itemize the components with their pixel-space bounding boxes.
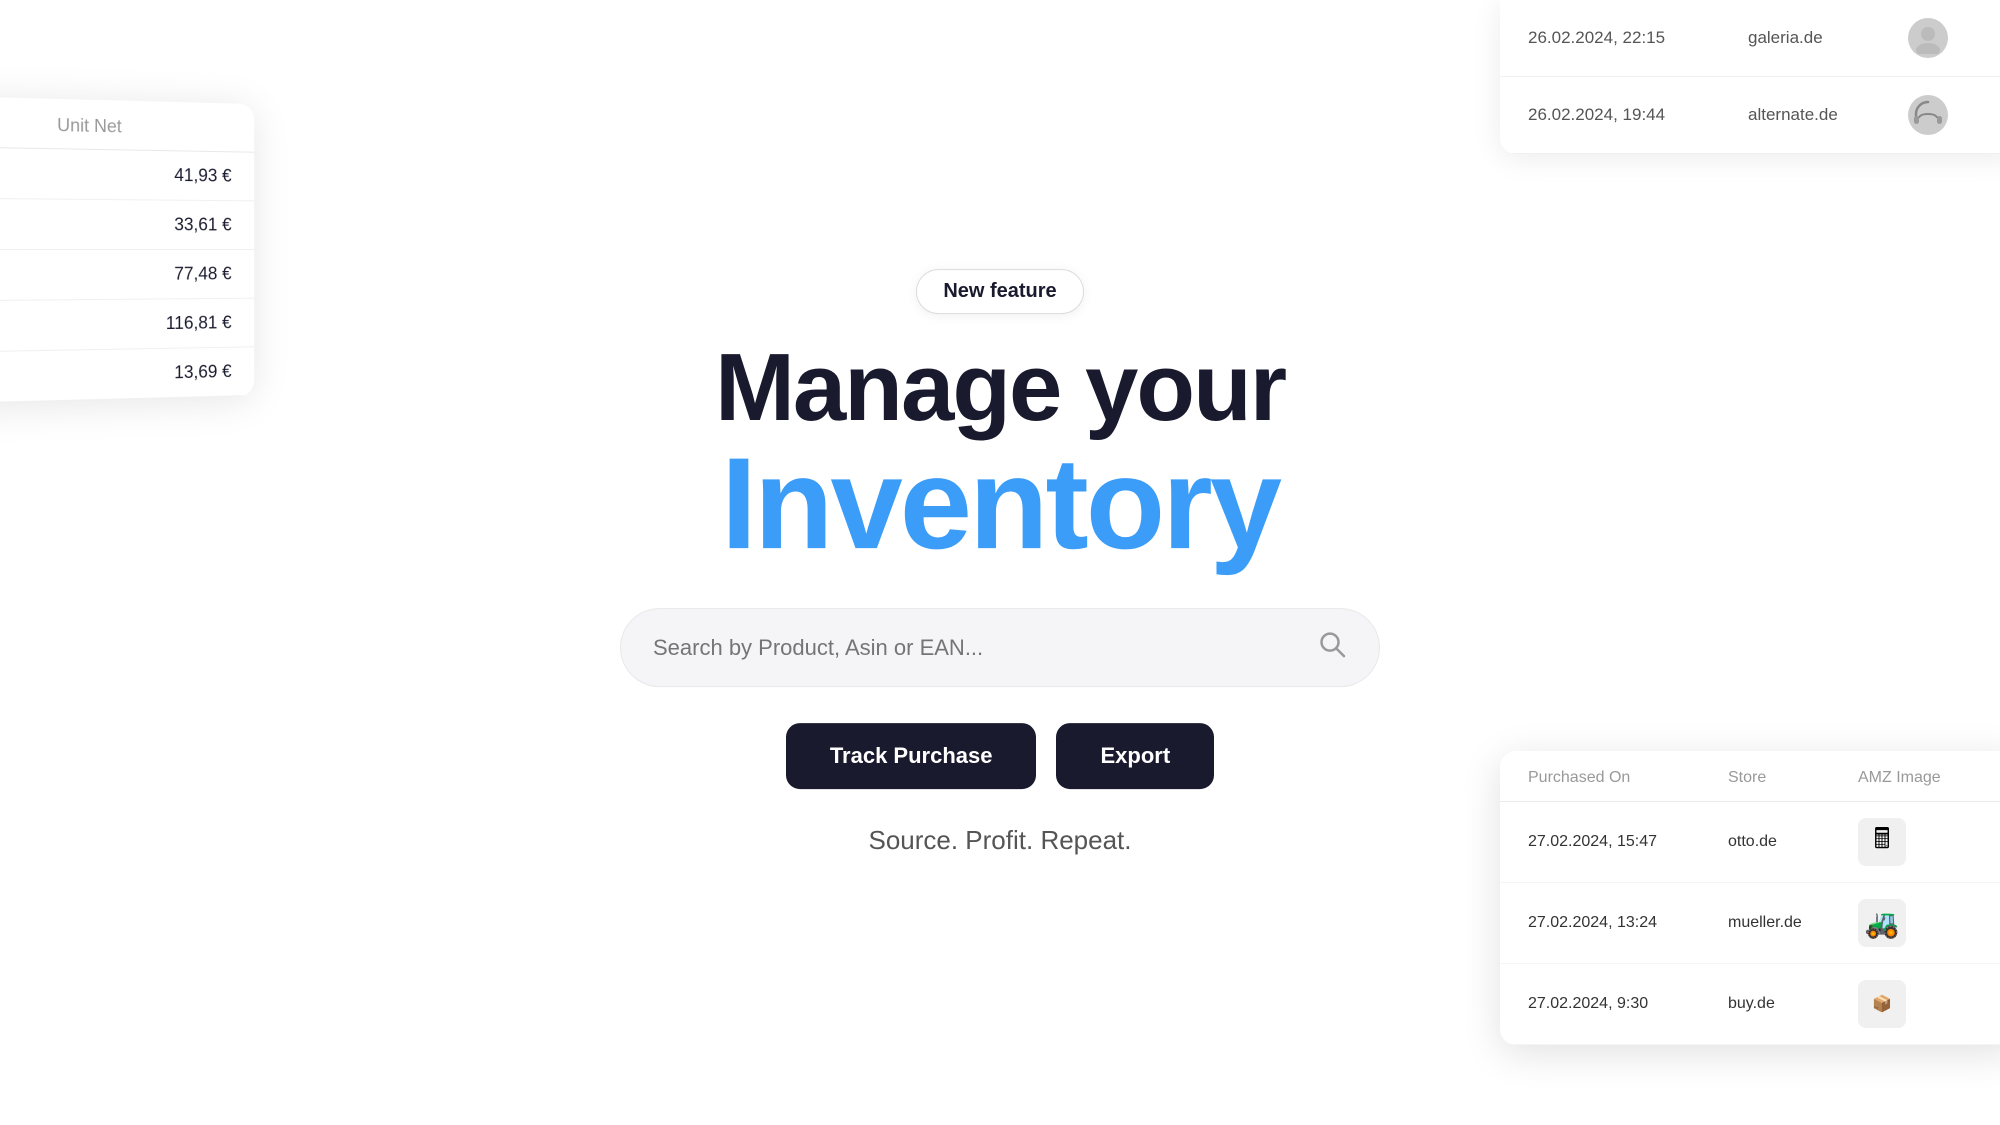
- purchase-table-header: Purchased On Store AMZ Image: [1500, 751, 2000, 802]
- purchase-store-2: alternate.de: [1748, 105, 1868, 125]
- action-buttons-group: Track Purchase Export: [786, 723, 1214, 789]
- bulldozer-icon: 🚜: [1865, 907, 1900, 940]
- col-store-label: Store: [1728, 769, 1838, 787]
- unit-net-value-4: 116,81 €: [116, 313, 232, 335]
- purchase-table-row-1: 27.02.2024, 15:47 otto.de 🖩: [1500, 802, 2000, 883]
- col-unit-net-label: Unit Net: [57, 115, 122, 137]
- product-image-2: 🚜: [1858, 899, 1906, 947]
- purchase-date-1: 26.02.2024, 22:15: [1528, 28, 1708, 48]
- unit-net-value-1: 41,93 €: [116, 164, 232, 186]
- inventory-row-1: 41,93 €: [0, 147, 254, 201]
- hero-headline-line2: Inventory: [721, 438, 1279, 568]
- purchase-table-date-3: 27.02.2024, 9:30: [1528, 995, 1708, 1013]
- inventory-row-3: 77,48 €: [0, 250, 254, 301]
- purchase-table-row-2: 27.02.2024, 13:24 mueller.de 🚜: [1500, 883, 2000, 964]
- search-input[interactable]: [653, 635, 1301, 661]
- export-button[interactable]: Export: [1056, 723, 1214, 789]
- unit-net-value-2: 33,61 €: [116, 214, 232, 235]
- tagline-text: Source. Profit. Repeat.: [868, 825, 1131, 856]
- unit-net-value-5: 13,69 €: [116, 361, 232, 384]
- new-feature-badge: New feature: [916, 269, 1083, 314]
- search-bar-container[interactable]: [620, 608, 1380, 687]
- inventory-row-5: 13,69 €: [0, 347, 254, 404]
- purchase-table-date-2: 27.02.2024, 13:24: [1528, 914, 1708, 932]
- purchase-date-2: 26.02.2024, 19:44: [1528, 105, 1708, 125]
- purchase-table-date-1: 27.02.2024, 15:47: [1528, 833, 1708, 851]
- col-purchased-on-label: Purchased On: [1528, 769, 1708, 787]
- purchase-table-store-2: mueller.de: [1728, 914, 1838, 932]
- user-avatar-1: [1908, 18, 1948, 58]
- left-panel-header: ntity Unit Net: [0, 96, 254, 153]
- headphones-icon: [1908, 95, 1948, 135]
- right-bottom-panel: Purchased On Store AMZ Image 27.02.2024,…: [1500, 751, 2000, 1045]
- hero-headline-line1: Manage your: [715, 338, 1285, 439]
- purchase-store-1: galeria.de: [1748, 28, 1868, 48]
- inventory-row-4: 116,81 €: [0, 299, 254, 353]
- left-inventory-panel: ntity Unit Net 41,93 € 33,61 € 77,48 € 1…: [0, 96, 254, 405]
- product-image-3: 📦: [1858, 980, 1906, 1028]
- inventory-row-2: 33,61 €: [0, 199, 254, 250]
- purchase-table-store-1: otto.de: [1728, 833, 1838, 851]
- package-icon: 📦: [1872, 994, 1892, 1014]
- col-amz-image-label: AMZ Image: [1858, 769, 1941, 787]
- hero-section: New feature Manage your Inventory Track …: [590, 269, 1410, 857]
- search-icon: [1317, 629, 1347, 666]
- calculator-icon: 🖩: [1874, 818, 1891, 866]
- purchase-table-row-3: 27.02.2024, 9:30 buy.de 📦: [1500, 964, 2000, 1045]
- product-image-1: 🖩: [1858, 818, 1906, 866]
- right-top-panel: 26.02.2024, 22:15 galeria.de 26.02.2024,…: [1500, 0, 2000, 154]
- purchase-history-row-2: 26.02.2024, 19:44 alternate.de: [1500, 77, 2000, 154]
- purchase-history-row-1: 26.02.2024, 22:15 galeria.de: [1500, 0, 2000, 77]
- purchase-table-store-3: buy.de: [1728, 995, 1838, 1013]
- track-purchase-button[interactable]: Track Purchase: [786, 723, 1037, 789]
- unit-net-value-3: 77,48 €: [116, 264, 232, 285]
